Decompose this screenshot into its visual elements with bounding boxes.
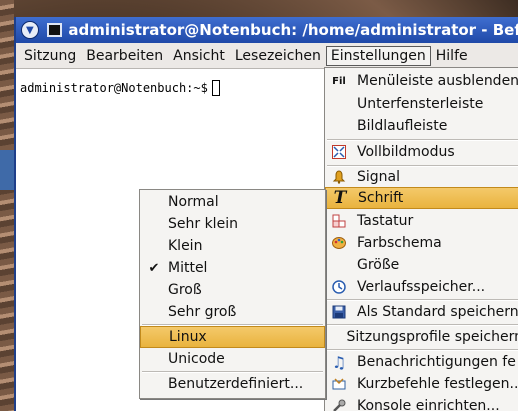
terminal-icon	[46, 23, 63, 37]
fullscreen-icon	[331, 144, 347, 160]
einstellungen-menu: Fil Menüleiste ausblenden Unterfensterle…	[324, 67, 518, 411]
blank-icon	[331, 329, 337, 345]
font-size-gross[interactable]: Groß	[140, 279, 325, 301]
menu-hilfe[interactable]: Hilfe	[431, 46, 473, 66]
window-menu-button[interactable]: ▼	[21, 21, 39, 39]
blank-icon	[331, 257, 347, 273]
desktop-wallpaper-strip	[0, 0, 14, 411]
menu-item-signal[interactable]: Signal	[325, 166, 518, 188]
desktop-wallpaper-accent	[0, 150, 14, 190]
menu-item-konsole-einrichten[interactable]: Konsole einrichten...	[325, 395, 518, 411]
font-size-klein[interactable]: Klein	[140, 235, 325, 257]
window-title: administrator@Notenbuch: /home/administr…	[68, 21, 518, 39]
schrift-submenu: Normal Sehr klein Klein ✔ Mittel Groß Se…	[139, 189, 326, 399]
font-unicode[interactable]: Unicode	[140, 348, 325, 370]
shortcuts-icon	[331, 376, 347, 392]
text-cursor	[211, 80, 220, 96]
font-size-sehr-klein[interactable]: Sehr klein	[140, 213, 325, 235]
menu-sitzung[interactable]: Sitzung	[19, 46, 81, 66]
menu-lesezeichen[interactable]: Lesezeichen	[230, 46, 326, 66]
blank-icon	[331, 118, 347, 134]
menu-bar: Sitzung Bearbeiten Ansicht Lesezeichen E…	[16, 43, 518, 69]
prompt-text: administrator@Notenbuch:~$	[20, 81, 208, 95]
font-size-mittel[interactable]: ✔ Mittel	[140, 257, 325, 279]
font-size-sehr-gross[interactable]: Sehr groß	[140, 301, 325, 323]
font-benutzerdefiniert[interactable]: Benutzerdefiniert...	[140, 373, 325, 395]
menubar-icon: Fil	[332, 75, 346, 87]
blank-icon	[331, 96, 347, 112]
title-bar[interactable]: ▼ administrator@Notenbuch: /home/adminis…	[16, 17, 518, 43]
font-size-normal[interactable]: Normal	[140, 191, 325, 213]
keyboard-icon	[331, 213, 347, 229]
palette-icon	[331, 235, 347, 251]
menu-item-sitzungsprofile-speichern[interactable]: Sitzungsprofile speichern	[325, 326, 518, 348]
menu-einstellungen[interactable]: Einstellungen	[325, 45, 431, 66]
checkmark-icon: ✔	[148, 260, 160, 276]
menu-item-schrift[interactable]: T Schrift	[325, 187, 518, 209]
font-icon: T	[333, 188, 347, 208]
music-note-icon: ♫	[331, 352, 347, 372]
menu-item-benachrichtigungen[interactable]: ♫ Benachrichtigungen fe	[325, 351, 518, 373]
menu-item-tastatur[interactable]: Tastatur	[325, 210, 518, 232]
bell-icon	[331, 169, 347, 185]
menu-bearbeiten[interactable]: Bearbeiten	[81, 46, 168, 66]
history-icon	[331, 279, 347, 295]
terminal-prompt: administrator@Notenbuch:~$	[20, 80, 220, 96]
menu-item-unterfensterleiste[interactable]: Unterfensterleiste	[325, 93, 518, 115]
menu-item-als-standard-speichern[interactable]: Als Standard speichern	[325, 301, 518, 323]
wrench-icon	[331, 398, 347, 411]
menu-item-bildlaufleiste[interactable]: Bildlaufleiste	[325, 115, 518, 137]
menu-item-groesse[interactable]: Größe	[325, 254, 518, 276]
menu-item-farbschema[interactable]: Farbschema	[325, 232, 518, 254]
menu-item-menuleiste-ausblenden[interactable]: Fil Menüleiste ausblenden	[325, 70, 518, 92]
menu-item-vollbildmodus[interactable]: Vollbildmodus	[325, 141, 518, 163]
font-linux[interactable]: Linux	[140, 326, 325, 348]
menu-item-kurzbefehle[interactable]: Kurzbefehle festlegen...	[325, 373, 518, 395]
save-icon	[331, 304, 347, 320]
menu-ansicht[interactable]: Ansicht	[168, 46, 230, 66]
menu-item-verlaufsspeicher[interactable]: Verlaufsspeicher...	[325, 276, 518, 298]
